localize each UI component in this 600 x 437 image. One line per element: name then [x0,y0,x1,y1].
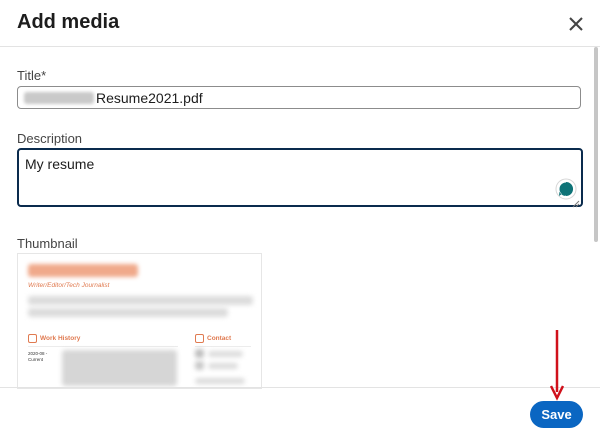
redacted-filename-prefix [24,92,94,104]
divider [28,346,178,347]
redacted-contact-line [195,378,245,384]
resume-subtitle: Writer/Editor/Tech Journalist [28,282,110,289]
redacted-contact-line [208,351,243,357]
redacted-work-entry [62,350,177,386]
dialog-header: Add media [0,0,600,47]
thumbnail-preview: Writer/Editor/Tech Journalist Work Histo… [17,253,262,389]
redacted-contact-line [208,363,238,369]
description-textarea[interactable]: My resume [17,148,583,208]
annotation-arrow-icon [549,330,565,402]
divider [195,346,251,347]
redacted-resume-name [28,264,138,277]
redacted-summary-line [28,308,228,317]
title-input-value: Resume2021.pdf [96,90,203,106]
save-button[interactable]: Save [530,401,583,428]
title-label: Title* [17,68,47,83]
redacted-contact-icon [195,361,204,370]
thumbnail-label: Thumbnail [17,236,78,251]
dialog-title: Add media [17,11,120,33]
resize-handle-icon[interactable] [571,195,580,208]
close-icon[interactable] [563,11,589,37]
redacted-summary-line [28,296,253,305]
redacted-contact-icon [195,349,204,358]
briefcase-icon [28,334,37,343]
title-input[interactable]: Resume2021.pdf [17,86,581,109]
work-date-current: Current [28,357,44,362]
scrollbar[interactable] [594,47,598,242]
contact-icon [195,334,204,343]
description-label: Description [17,131,83,146]
work-history-heading: Work History [40,335,81,342]
contact-heading: Contact [207,335,232,342]
description-value: My resume [25,156,95,172]
add-media-dialog: Add media Title* Resume2021.pdf Descript… [0,0,600,436]
dialog-footer [0,387,600,437]
